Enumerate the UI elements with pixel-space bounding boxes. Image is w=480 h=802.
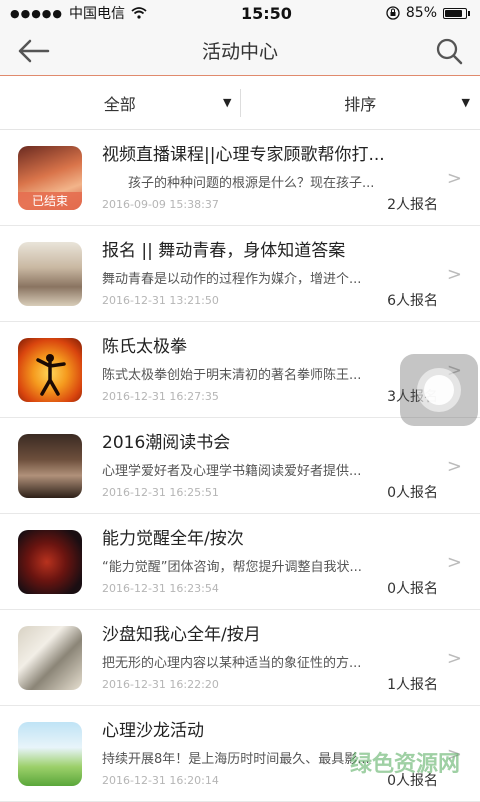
battery-tip: [468, 11, 470, 16]
status-bar: ●●●●● 中国电信 15:50 85%: [0, 0, 480, 26]
sort-dropdown[interactable]: 排序 ▼: [241, 76, 480, 129]
activity-title: 心理沙龙活动: [102, 716, 438, 741]
sort-label: 排序: [344, 91, 376, 115]
signup-count: 0人报名: [387, 578, 438, 598]
activity-date: 2016-12-31 16:22:20: [102, 678, 219, 691]
list-item[interactable]: 能力觉醒全年/按次 “能力觉醒”团体咨询，帮您提升调整自我状... 2016-1…: [0, 514, 480, 610]
watermark: 绿色资源网: [350, 746, 460, 778]
signup-count: 0人报名: [387, 482, 438, 502]
list-item[interactable]: 2016潮阅读书会 心理学爱好者及心理学书籍阅读爱好者提供... 2016-12…: [0, 418, 480, 514]
list-item[interactable]: 报名 || 舞动青春，身体知道答案 舞动青春是以动作的过程作为媒介，增进个...…: [0, 226, 480, 322]
activity-date: 2016-12-31 16:20:14: [102, 774, 219, 787]
activity-list: 已结束 视频直播课程||心理专家顾歌帮你打... 孩子的种种问题的根源是什么？现…: [0, 130, 480, 802]
activity-thumbnail: [18, 242, 82, 306]
activity-date: 2016-12-31 13:21:50: [102, 294, 219, 307]
activity-desc: 把无形的心理内容以某种适当的象征性的方...: [102, 652, 412, 671]
filter-bar: 全部 ▼ 排序 ▼: [0, 76, 480, 130]
activity-title: 2016潮阅读书会: [102, 428, 438, 453]
activity-desc: 孩子的种种问题的根源是什么？现在孩子...: [128, 172, 412, 191]
status-left: ●●●●● 中国电信: [10, 3, 147, 23]
activity-thumbnail: [18, 338, 82, 402]
assistive-touch-ring: [417, 368, 461, 412]
activity-desc: “能力觉醒”团体咨询，帮您提升调整自我状...: [102, 556, 412, 575]
activity-thumbnail: [18, 722, 82, 786]
signup-count: 2人报名: [387, 194, 438, 214]
chevron-right-icon: >: [447, 552, 462, 573]
chevron-right-icon: >: [447, 456, 462, 477]
wifi-icon: [131, 7, 147, 19]
activity-date: 2016-12-31 16:27:35: [102, 390, 219, 403]
activity-title: 视频直播课程||心理专家顾歌帮你打...: [102, 140, 438, 165]
activity-title: 陈氏太极拳: [102, 332, 438, 357]
status-right: 85%: [386, 5, 470, 21]
page-title: 活动中心: [202, 37, 278, 64]
signup-count: 1人报名: [387, 674, 438, 694]
activity-thumbnail: [18, 434, 82, 498]
assistive-touch-button[interactable]: [400, 354, 478, 426]
list-item[interactable]: 沙盘知我心全年/按月 把无形的心理内容以某种适当的象征性的方... 2016-1…: [0, 610, 480, 706]
battery-icon: [443, 8, 467, 19]
search-icon[interactable]: [434, 36, 464, 66]
taichi-silhouette: [18, 338, 82, 402]
chevron-right-icon: >: [447, 264, 462, 285]
activity-title: 能力觉醒全年/按次: [102, 524, 438, 549]
nav-bar: 活动中心: [0, 26, 480, 76]
filter-all-label: 全部: [104, 91, 136, 115]
assistive-touch-core: [424, 375, 454, 405]
list-item[interactable]: 已结束 视频直播课程||心理专家顾歌帮你打... 孩子的种种问题的根源是什么？现…: [0, 130, 480, 226]
activity-desc: 心理学爱好者及心理学书籍阅读爱好者提供...: [102, 460, 412, 479]
chevron-right-icon: >: [447, 648, 462, 669]
carrier-label: 中国电信: [69, 3, 125, 23]
signup-count: 6人报名: [387, 290, 438, 310]
activity-desc: 舞动青春是以动作的过程作为媒介，增进个...: [102, 268, 412, 287]
activity-thumbnail: [18, 530, 82, 594]
caret-down-icon: ▼: [462, 96, 470, 109]
caret-down-icon: ▼: [223, 96, 231, 109]
battery-percent: 85%: [406, 5, 437, 21]
chevron-right-icon: >: [447, 168, 462, 189]
ended-badge: 已结束: [18, 192, 82, 210]
activity-date: 2016-12-31 16:25:51: [102, 486, 219, 499]
activity-title: 报名 || 舞动青春，身体知道答案: [102, 236, 438, 261]
filter-all-dropdown[interactable]: 全部 ▼: [0, 76, 240, 129]
activity-desc: 陈式太极拳创始于明末清初的著名拳师陈王...: [102, 364, 412, 383]
activity-title: 沙盘知我心全年/按月: [102, 620, 438, 645]
activity-date: 2016-12-31 16:23:54: [102, 582, 219, 595]
activity-date: 2016-09-09 15:38:37: [102, 198, 219, 211]
back-arrow-icon[interactable]: [16, 36, 52, 66]
rotation-lock-icon: [386, 6, 400, 20]
activity-thumbnail: [18, 626, 82, 690]
signal-icon: ●●●●●: [10, 7, 63, 20]
status-time: 15:50: [241, 4, 292, 23]
activity-thumbnail: 已结束: [18, 146, 82, 210]
